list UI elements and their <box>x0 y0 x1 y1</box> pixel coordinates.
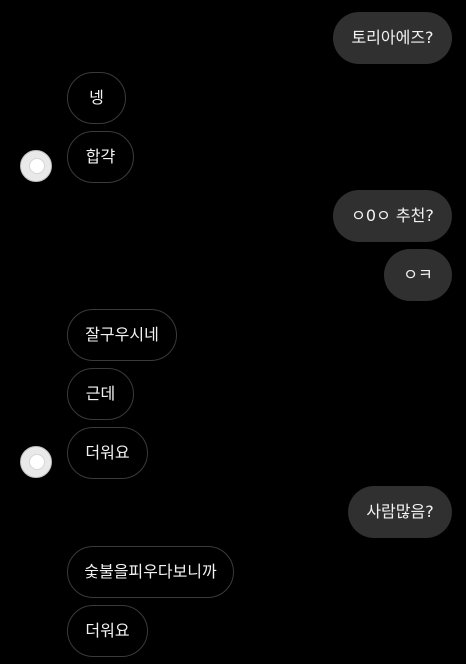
avatar-head-icon <box>29 158 45 174</box>
message-bubble-outgoing[interactable]: ㅇ0ㅇ 추천? <box>333 190 452 242</box>
avatar-icon[interactable] <box>20 150 52 182</box>
message-bubble-incoming[interactable]: 더워요 <box>67 605 148 657</box>
avatar-icon[interactable] <box>20 446 52 478</box>
message-bubble-incoming[interactable]: 근데 <box>67 368 134 420</box>
message-bubble-outgoing[interactable]: ㅇㅋ <box>384 249 452 301</box>
message-bubble-incoming[interactable]: 넹 <box>67 72 126 124</box>
chat-thread: 토리아에즈? 넹 합갹 ㅇ0ㅇ 추천? ㅇㅋ 잘구우시네 근데 더워요 사람많음… <box>0 0 466 664</box>
message-bubble-incoming[interactable]: 합갹 <box>67 131 134 183</box>
message-bubble-outgoing[interactable]: 토리아에즈? <box>333 12 452 64</box>
message-bubble-incoming[interactable]: 잘구우시네 <box>67 309 177 361</box>
message-bubble-incoming[interactable]: 숯불을피우다보니까 <box>67 546 234 598</box>
message-bubble-incoming[interactable]: 더워요 <box>67 427 148 479</box>
avatar-head-icon <box>29 454 45 470</box>
message-bubble-outgoing[interactable]: 사람많음? <box>348 486 452 538</box>
